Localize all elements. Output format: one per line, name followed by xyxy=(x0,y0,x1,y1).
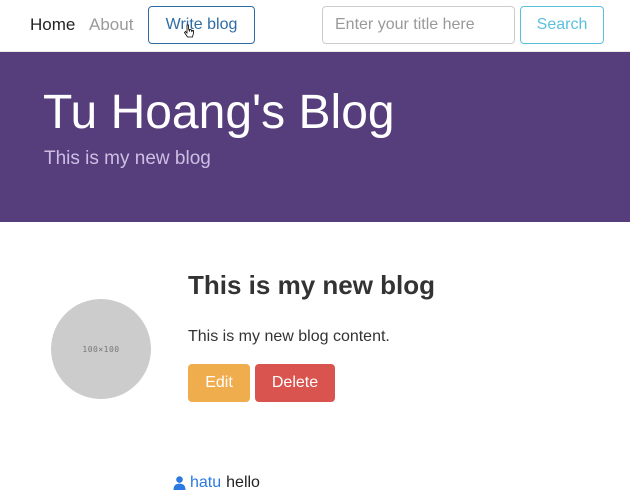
top-navbar: Home About Write blog Search xyxy=(0,0,630,52)
comment-item: hatu hello xyxy=(173,473,260,493)
comment-username-link[interactable]: hatu xyxy=(190,473,221,493)
blog-header: Tu Hoang's Blog This is my new blog xyxy=(0,52,630,222)
post-title: This is my new blog xyxy=(188,270,436,300)
blog-title: Tu Hoang's Blog xyxy=(43,86,395,139)
nav-home-link[interactable]: Home xyxy=(30,15,75,35)
user-icon xyxy=(173,476,186,490)
post-avatar: 100×100 xyxy=(51,299,151,399)
comment-text: hello xyxy=(226,474,260,491)
post-content: This is my new blog content. xyxy=(188,328,390,345)
search-input[interactable] xyxy=(322,6,515,44)
nav-about-link[interactable]: About xyxy=(89,15,133,35)
avatar-placeholder-text: 100×100 xyxy=(82,344,120,354)
write-blog-button[interactable]: Write blog xyxy=(148,6,255,44)
edit-button[interactable]: Edit xyxy=(188,364,250,402)
blog-subtitle: This is my new blog xyxy=(44,148,211,169)
delete-button[interactable]: Delete xyxy=(255,364,335,402)
search-button[interactable]: Search xyxy=(520,6,604,44)
hand-cursor-icon xyxy=(183,24,194,38)
